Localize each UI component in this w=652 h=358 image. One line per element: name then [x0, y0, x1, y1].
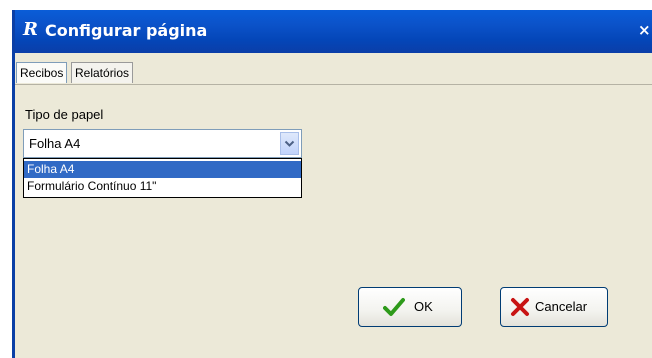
- chevron-down-icon: [284, 140, 295, 147]
- dropdown-option[interactable]: Folha A4: [24, 161, 301, 178]
- tab-recibos[interactable]: Recibos: [16, 62, 68, 83]
- dropdown-option[interactable]: Formulário Contínuo 11": [24, 178, 301, 195]
- cancel-button[interactable]: Cancelar: [500, 287, 608, 327]
- checkmark-icon: [383, 298, 405, 316]
- tab-label: Recibos: [20, 66, 64, 80]
- tab-relatorios[interactable]: Relatórios: [71, 62, 134, 83]
- paper-type-label: Tipo de papel: [25, 107, 104, 122]
- tab-label: Relatórios: [75, 66, 130, 80]
- paper-type-value: Folha A4: [29, 136, 81, 151]
- ok-button[interactable]: OK: [358, 287, 462, 327]
- dropdown-button[interactable]: [280, 132, 299, 155]
- paper-type-dropdown: Folha A4 Formulário Contínuo 11": [23, 158, 302, 198]
- title-bar[interactable]: R Configurar página ×: [15, 10, 652, 53]
- cross-icon: [511, 298, 529, 316]
- close-button[interactable]: ×: [638, 20, 652, 40]
- paper-type-select[interactable]: Folha A4: [23, 129, 302, 158]
- app-logo-icon: R: [23, 19, 38, 40]
- ok-label: OK: [414, 299, 433, 314]
- window-title: Configurar página: [45, 21, 208, 40]
- cancel-label: Cancelar: [535, 299, 588, 314]
